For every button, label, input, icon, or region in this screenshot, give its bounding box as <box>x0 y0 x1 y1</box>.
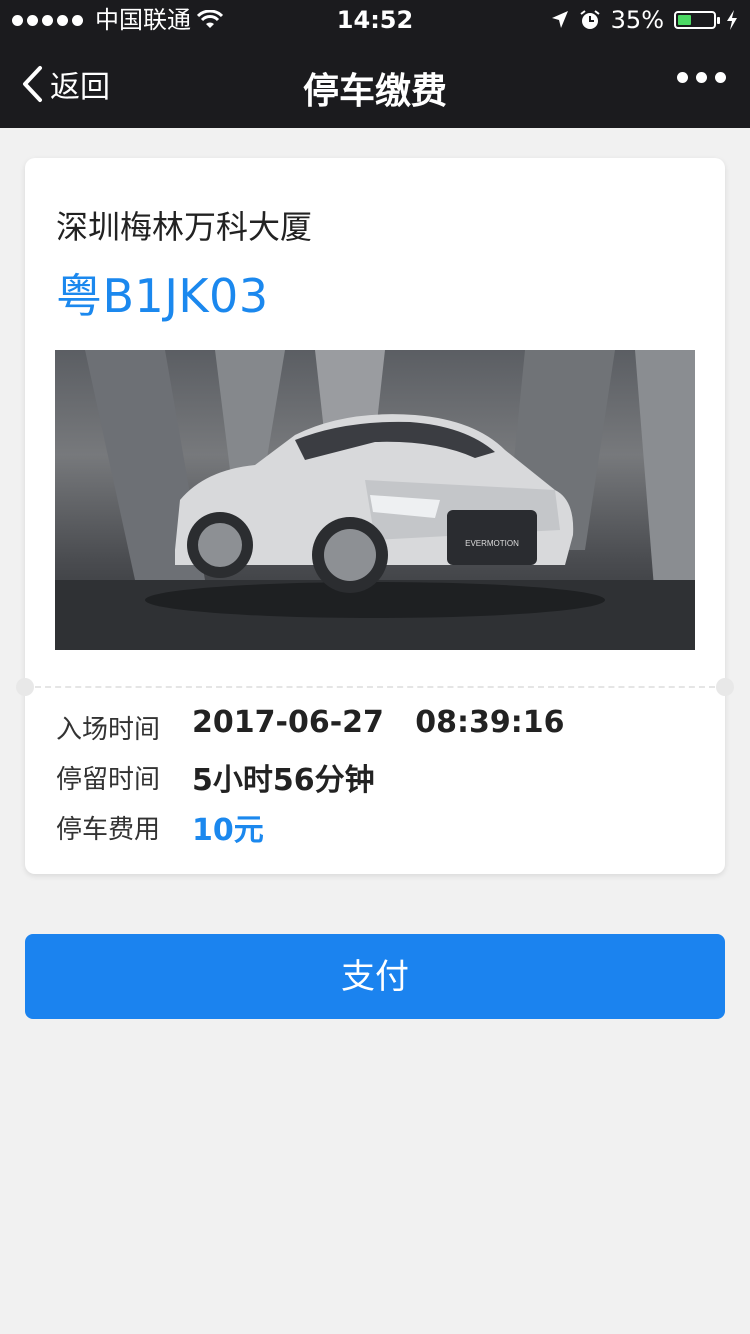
car-badge-text: EVERMOTION <box>465 539 519 548</box>
top-bar: 中国联通 14:52 35% 返回 停车缴费 <box>0 0 750 128</box>
dashed-divider <box>35 686 715 688</box>
battery-percent: 35% <box>610 6 664 34</box>
page-title: 停车缴费 <box>302 71 447 112</box>
entry-time-value: 2017-06-27 08:39:16 <box>192 705 565 740</box>
location-arrow-icon <box>551 11 568 28</box>
duration-label: 停留时间 <box>56 765 161 795</box>
charging-bolt-icon <box>727 10 737 30</box>
fee-label: 停车费用 <box>56 815 161 845</box>
status-bar: 中国联通 14:52 35% <box>0 0 750 40</box>
battery-icon <box>674 11 720 29</box>
duration-value: 5小时56分钟 <box>192 763 375 798</box>
ticket-notch-left <box>16 678 34 696</box>
fee-value: 10元 <box>192 813 264 848</box>
status-right: 35% <box>551 0 738 40</box>
license-plate: 粤B1JK03 <box>56 269 269 323</box>
duration-row: 停留时间 5小时56分钟 <box>56 755 676 798</box>
alarm-icon <box>580 10 600 29</box>
entry-time-row: 入场时间 2017-06-27 08:39:16 <box>56 705 676 745</box>
car-illustration: EVERMOTION <box>55 350 695 650</box>
car-photo: EVERMOTION <box>55 350 695 650</box>
parking-location: 深圳梅林万科大厦 <box>56 208 313 246</box>
ticket-notch-right <box>716 678 734 696</box>
parking-ticket-card: 深圳梅林万科大厦 粤B1JK03 EVERMOTION 入场时间 2017-06… <box>16 158 734 874</box>
more-menu-button[interactable] <box>677 72 726 83</box>
fee-row: 停车费用 10元 <box>56 805 676 848</box>
entry-time-label: 入场时间 <box>56 715 161 745</box>
pay-button[interactable]: 支付 <box>25 934 725 1019</box>
navigation-bar: 返回 停车缴费 <box>0 40 750 128</box>
more-dots-icon <box>677 72 688 83</box>
